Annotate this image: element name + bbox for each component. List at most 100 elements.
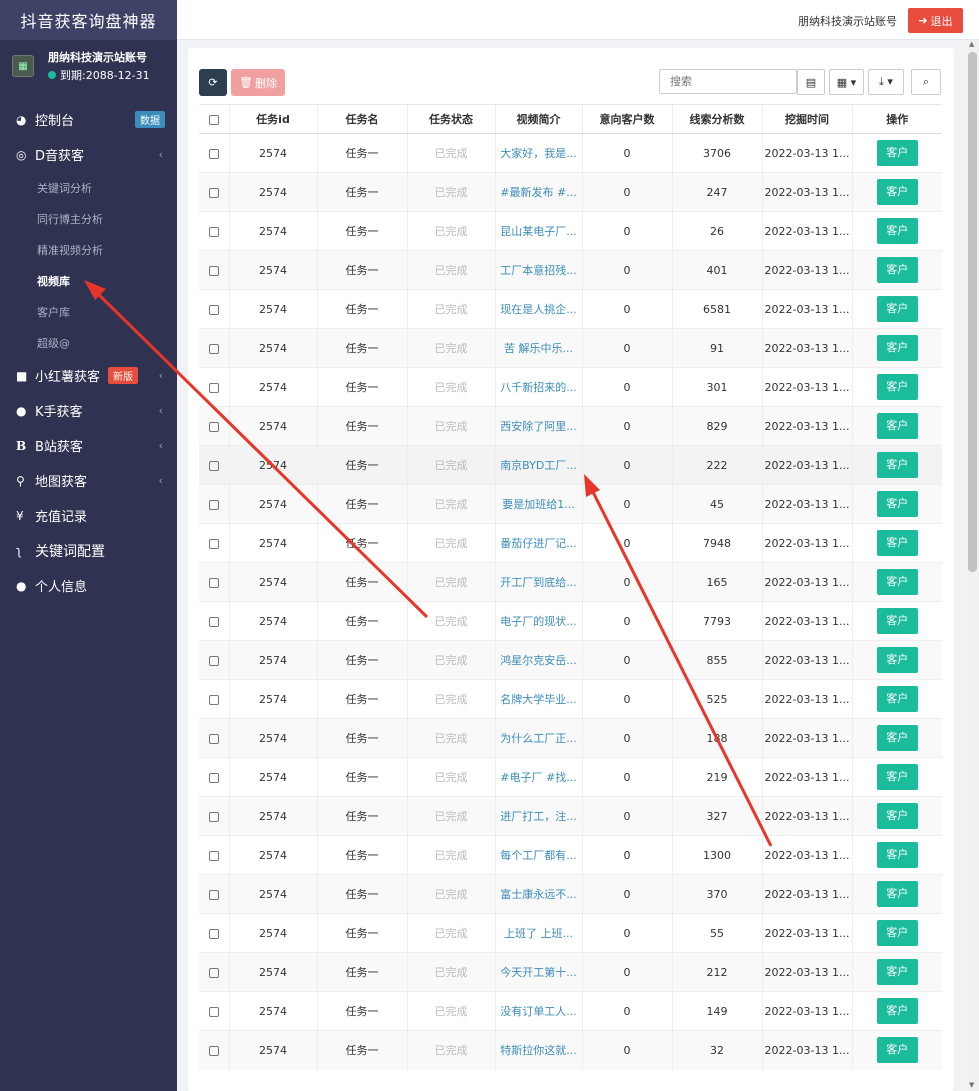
- table-row[interactable]: 2574 任务一 已完成 八千新招来的... 0 301 2022-03-13 1... 客户: [199, 367, 942, 407]
- cell-video-intro-text[interactable]: 八千新招来的...: [500, 381, 577, 394]
- table-row[interactable]: 2574 任务一 已完成 为什么工厂正... 0 188 2022-03-13 1... 客户: [199, 718, 942, 758]
- customer-button[interactable]: 客户: [876, 491, 918, 517]
- cell-action[interactable]: 客户: [851, 952, 942, 992]
- customer-button[interactable]: 客户: [876, 764, 918, 790]
- customer-button[interactable]: 客户: [876, 686, 918, 712]
- cell-video-intro[interactable]: 富士康永远不...: [494, 874, 582, 914]
- sidebar-item-recharge[interactable]: ¥ 充值记录: [0, 498, 177, 533]
- row-checkbox-cell[interactable]: [199, 991, 229, 1031]
- customer-button[interactable]: 客户: [876, 881, 918, 907]
- cell-video-intro[interactable]: 鸿星尔克安岳...: [494, 640, 582, 680]
- cell-video-intro[interactable]: 苦 解乐中乐...: [494, 328, 582, 368]
- table-row[interactable]: 2574 任务一 已完成 工厂本意招残... 0 401 2022-03-13 1... 客户: [199, 250, 942, 290]
- col-task-id[interactable]: 任务id: [228, 104, 317, 134]
- table-row[interactable]: 2574 任务一 已完成 进厂打工，注... 0 327 2022-03-13 1... 客户: [199, 796, 942, 836]
- cell-action[interactable]: 客户: [851, 913, 942, 953]
- cell-video-intro-text[interactable]: 富士康永远不...: [500, 888, 577, 901]
- table-row[interactable]: 2574 任务一 已完成 西安除了阿里... 0 829 2022-03-13 1... 客户: [199, 406, 942, 446]
- cell-action[interactable]: 客户: [851, 211, 942, 251]
- row-checkbox[interactable]: [208, 538, 219, 549]
- table-row[interactable]: 2574 任务一 已完成 电子厂的现状... 0 7793 2022-03-13 1... 客…: [199, 601, 942, 641]
- customer-button[interactable]: 客户: [876, 1037, 918, 1064]
- row-checkbox-cell[interactable]: [199, 328, 229, 368]
- col-mine-time[interactable]: 挖掘时间: [761, 104, 852, 134]
- row-checkbox[interactable]: [208, 304, 219, 315]
- table-row[interactable]: 2574 任务一 已完成 现在是人挑企... 0 6581 2022-03-13 1... 客…: [199, 289, 942, 329]
- row-checkbox[interactable]: [208, 265, 219, 276]
- customer-button[interactable]: 客户: [876, 296, 918, 322]
- cell-video-intro-text[interactable]: 电子厂的现状...: [500, 615, 577, 628]
- select-all-cell[interactable]: [199, 104, 229, 134]
- cell-video-intro-text[interactable]: 昆山某电子厂...: [500, 225, 577, 238]
- row-checkbox-cell[interactable]: [199, 523, 229, 563]
- cell-video-intro[interactable]: 每个工厂都有...: [494, 835, 582, 875]
- customer-button[interactable]: 客户: [876, 647, 918, 673]
- cell-action[interactable]: 客户: [851, 328, 942, 368]
- cell-video-intro-text[interactable]: 进厂打工，注...: [500, 810, 577, 823]
- row-checkbox[interactable]: [208, 889, 219, 900]
- row-checkbox-cell[interactable]: [199, 211, 229, 251]
- row-checkbox[interactable]: [208, 226, 219, 237]
- sidebar-sub-peer-blogger[interactable]: 同行博主分析: [0, 203, 177, 234]
- row-checkbox-cell[interactable]: [199, 757, 229, 797]
- table-row[interactable]: 2574 任务一 已完成 今天开工第十... 0 212 2022-03-13 1... 客户: [199, 952, 942, 992]
- cell-video-intro[interactable]: 开工厂到底给...: [494, 562, 582, 602]
- search-input[interactable]: [659, 69, 797, 94]
- row-checkbox-cell[interactable]: [199, 406, 229, 446]
- cell-video-intro-text[interactable]: 特斯拉你这就...: [500, 1044, 577, 1057]
- customer-button[interactable]: 客户: [876, 140, 918, 166]
- col-task-name[interactable]: 任务名: [316, 104, 407, 134]
- customer-button[interactable]: 客户: [876, 530, 918, 556]
- cell-action[interactable]: 客户: [851, 835, 942, 875]
- sidebar-sub-precise-video[interactable]: 精准视频分析: [0, 234, 177, 265]
- cell-video-intro-text[interactable]: 大家好，我是...: [500, 147, 577, 160]
- row-checkbox[interactable]: [208, 694, 219, 705]
- sidebar-sub-customer-library[interactable]: 客户库: [0, 296, 177, 327]
- cell-video-intro[interactable]: #最新发布 #...: [494, 172, 582, 212]
- table-row[interactable]: 2574 任务一 已完成 没有订单工人... 0 149 2022-03-13 1... 客户: [199, 991, 942, 1031]
- cell-video-intro[interactable]: 上班了 上班...: [494, 913, 582, 953]
- cell-video-intro[interactable]: 现在是人挑企...: [494, 289, 582, 329]
- table-row[interactable]: 2574 任务一 已完成 富士康永远不... 0 370 2022-03-13 1... 客户: [199, 874, 942, 914]
- cell-action[interactable]: 客户: [851, 874, 942, 914]
- table-row[interactable]: 2574 任务一 已完成 昆山某电子厂... 0 26 2022-03-13 1... 客户: [199, 211, 942, 251]
- row-checkbox-cell[interactable]: [199, 484, 229, 524]
- customer-button[interactable]: 客户: [876, 257, 918, 283]
- customer-button[interactable]: 客户: [876, 335, 918, 361]
- cell-action[interactable]: 客户: [851, 640, 942, 680]
- col-intent-count[interactable]: 意向客户数: [581, 104, 672, 134]
- row-checkbox[interactable]: [208, 928, 219, 939]
- table-row[interactable]: 2574 任务一 已完成 番茄仔进厂记... 0 7948 2022-03-13 1... 客…: [199, 523, 942, 563]
- cell-action[interactable]: 客户: [851, 172, 942, 212]
- customer-button[interactable]: 客户: [876, 959, 918, 985]
- row-checkbox-cell[interactable]: [199, 718, 229, 758]
- row-checkbox-cell[interactable]: [199, 133, 229, 173]
- row-checkbox[interactable]: [208, 577, 219, 588]
- row-checkbox-cell[interactable]: [199, 640, 229, 680]
- row-checkbox[interactable]: [208, 382, 219, 393]
- row-checkbox-cell[interactable]: [199, 172, 229, 212]
- cell-video-intro[interactable]: 为什么工厂正...: [494, 718, 582, 758]
- cell-video-intro-text[interactable]: 南京BYD工厂...: [500, 459, 577, 472]
- cell-video-intro-text[interactable]: #电子厂 #找...: [500, 771, 576, 784]
- row-checkbox[interactable]: [208, 460, 219, 471]
- customer-button[interactable]: 客户: [876, 374, 918, 400]
- cell-video-intro-text[interactable]: 为什么工厂正...: [500, 732, 577, 745]
- cell-video-intro-text[interactable]: 苦 解乐中乐...: [504, 342, 573, 355]
- table-row[interactable]: 2574 任务一 已完成 #电子厂 #找... 0 219 2022-03-13 1... 客…: [199, 757, 942, 797]
- table-row[interactable]: 2574 任务一 已完成 要是加班给1... 0 45 2022-03-13 1... 客户: [199, 484, 942, 524]
- cell-action[interactable]: 客户: [851, 367, 942, 407]
- row-checkbox-cell[interactable]: [199, 835, 229, 875]
- customer-button[interactable]: 客户: [876, 920, 918, 946]
- row-checkbox-cell[interactable]: [199, 952, 229, 992]
- cell-action[interactable]: 客户: [851, 991, 942, 1031]
- row-checkbox-cell[interactable]: [199, 445, 229, 485]
- row-checkbox[interactable]: [208, 850, 219, 861]
- table-row[interactable]: 2574 任务一 已完成 每个工厂都有... 0 1300 2022-03-13 1... 客…: [199, 835, 942, 875]
- cell-video-intro[interactable]: 南京BYD工厂...: [494, 445, 582, 485]
- sidebar-sub-keyword-analysis[interactable]: 关键词分析: [0, 172, 177, 203]
- cell-action[interactable]: 客户: [851, 250, 942, 290]
- row-checkbox-cell[interactable]: [199, 913, 229, 953]
- page-scrollbar[interactable]: ▲ ▼: [966, 40, 979, 1091]
- cell-video-intro-text[interactable]: 上班了 上班...: [504, 927, 573, 940]
